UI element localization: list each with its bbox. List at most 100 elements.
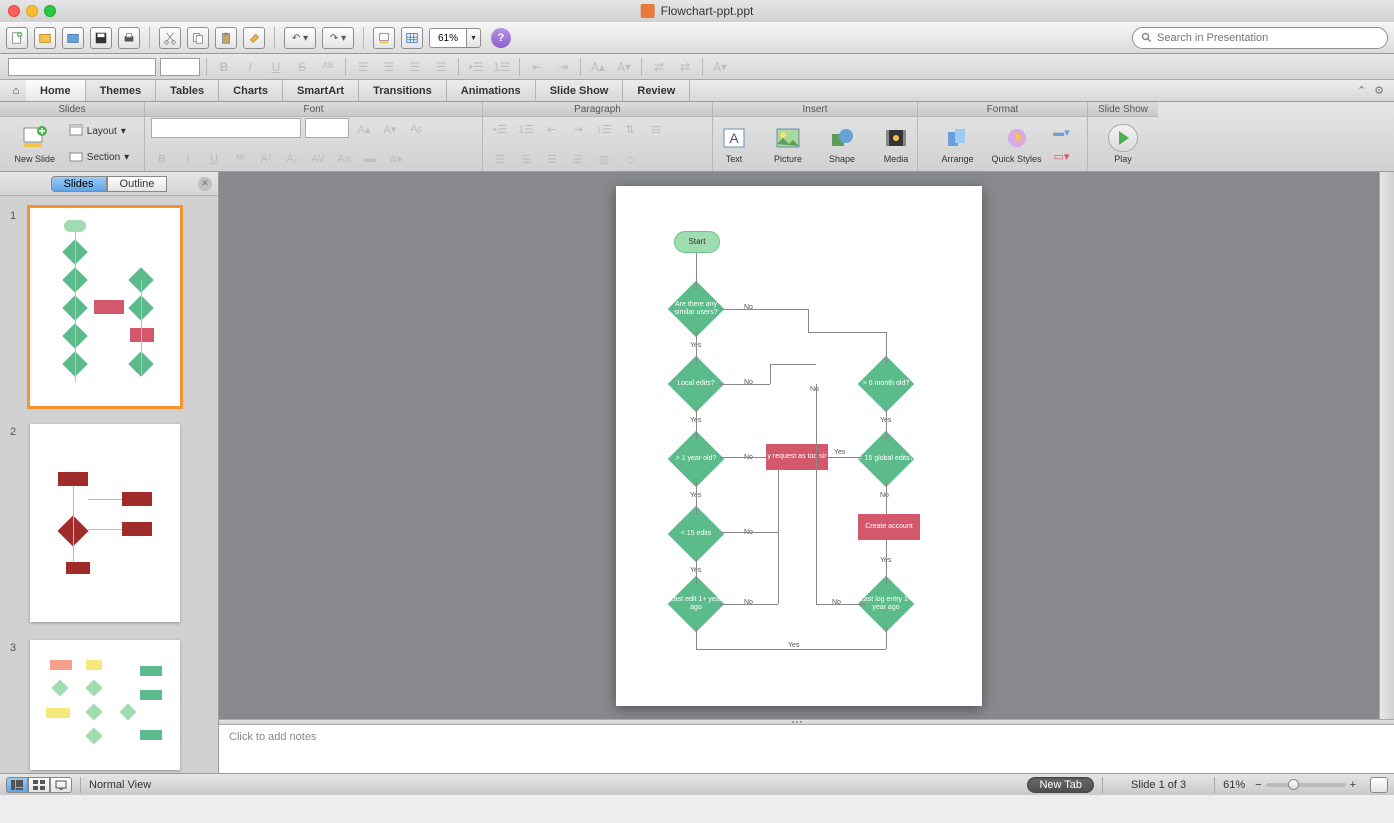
ribbon-align-left[interactable]: ☰ (489, 148, 511, 170)
zoom-slider[interactable]: − + (1255, 779, 1356, 791)
ribbon-align-center[interactable]: ☰ (515, 148, 537, 170)
slide-thumbnail-1[interactable] (30, 208, 180, 406)
ribbon-fontsize-combo[interactable] (305, 118, 349, 138)
tab-home[interactable]: Home (26, 80, 86, 101)
strikethrough-button[interactable]: S (291, 57, 313, 77)
zoom-out-icon[interactable]: − (1255, 779, 1261, 791)
convert-smartart-button[interactable]: ◇ (619, 148, 641, 170)
line-color-button[interactable]: ▭▾ (1051, 145, 1073, 167)
tab-smartart[interactable]: SmartArt (283, 80, 359, 101)
ribbon-font-combo[interactable] (151, 118, 301, 138)
bullets-button[interactable]: •☰ (465, 57, 487, 77)
insert-media-button[interactable]: Media (871, 118, 921, 170)
window-minimize-button[interactable] (26, 5, 38, 17)
slideshow-view-button[interactable] (50, 777, 72, 793)
clear-format-button[interactable]: ᴬᴮ (317, 57, 339, 77)
justify-button[interactable]: ☰ (430, 57, 452, 77)
change-case-button[interactable]: Aa (333, 148, 355, 170)
numbering-button[interactable]: 1☰ (491, 57, 513, 77)
quick-styles-button[interactable]: Quick Styles (987, 118, 1047, 170)
align-center-button[interactable]: ☰ (378, 57, 400, 77)
redo-button[interactable]: ↷ ▾ (322, 27, 354, 49)
bold-button[interactable]: B (213, 57, 235, 77)
fc-start[interactable]: Start (674, 231, 720, 253)
zoom-combo[interactable]: ▼ (429, 28, 481, 48)
undo-button[interactable]: ↶ ▾ (284, 27, 316, 49)
fill-color-button[interactable]: ▬▾ (1051, 121, 1073, 143)
increase-font-button[interactable]: A▴ (587, 57, 609, 77)
grow-font-button[interactable]: A▴ (353, 118, 375, 140)
ribbon-settings-icon[interactable]: ⚙ (1374, 84, 1384, 97)
increase-indent-button[interactable]: ⇥ (552, 57, 574, 77)
tab-review[interactable]: Review (623, 80, 690, 101)
sidebar-close-button[interactable]: ✕ (198, 177, 212, 191)
decrease-font-button[interactable]: A▾ (613, 57, 635, 77)
insert-text-button[interactable]: AText (709, 118, 759, 170)
font-name-combo[interactable] (8, 58, 156, 76)
char-spacing-button[interactable]: AV (307, 148, 329, 170)
line-spacing-button[interactable]: ↕☰ (593, 118, 615, 140)
underline-button[interactable]: U (265, 57, 287, 77)
text-direction-ribbon[interactable]: ⇅ (619, 118, 641, 140)
align-text-ribbon[interactable]: ⊟ (645, 118, 667, 140)
ribbon-dec-indent[interactable]: ⇤ (541, 118, 563, 140)
paste-button[interactable] (215, 27, 237, 49)
tab-animations[interactable]: Animations (447, 80, 536, 101)
cut-button[interactable] (159, 27, 181, 49)
tab-charts[interactable]: Charts (219, 80, 283, 101)
vertical-scrollbar[interactable] (1379, 172, 1394, 719)
home-icon[interactable]: ⌂ (6, 80, 26, 101)
fc-decision-15-edits[interactable]: < 15 edits (668, 506, 724, 562)
insert-picture-button[interactable]: Picture (763, 118, 813, 170)
collapse-ribbon-button[interactable]: ⌃ (1357, 84, 1366, 97)
columns-button[interactable]: ▥ (593, 148, 615, 170)
fc-decision-1-year[interactable]: > 1 year old? (668, 431, 724, 487)
fc-decision-6-month[interactable]: > 6 month old? (858, 356, 914, 412)
new-slide-toolbar-button[interactable] (373, 27, 395, 49)
fit-to-window-button[interactable] (1370, 777, 1388, 793)
decrease-indent-button[interactable]: ⇤ (526, 57, 548, 77)
ribbon-numbering[interactable]: 1☰ (515, 118, 537, 140)
align-left-button[interactable]: ☰ (352, 57, 374, 77)
print-button[interactable] (118, 27, 140, 49)
arrange-button[interactable]: Arrange (933, 118, 983, 170)
fc-decision-similar-users[interactable]: Are there any similar users? (668, 281, 724, 337)
new-doc-button[interactable] (6, 27, 28, 49)
ribbon-subscript[interactable]: A₂ (281, 148, 303, 170)
help-button[interactable]: ? (491, 28, 511, 48)
fc-process-create-account[interactable]: Create account (858, 514, 920, 540)
fc-decision-15-global[interactable]: > 15 global edits? (858, 431, 914, 487)
fc-process-too-similar[interactable]: y request as too sir (766, 444, 828, 470)
zoom-in-icon[interactable]: + (1350, 779, 1356, 791)
sidebar-tab-outline[interactable]: Outline (107, 176, 168, 192)
italic-button[interactable]: I (239, 57, 261, 77)
ribbon-italic[interactable]: I (177, 148, 199, 170)
ribbon-bold[interactable]: B (151, 148, 173, 170)
shrink-font-button[interactable]: A▾ (379, 118, 401, 140)
ribbon-underline[interactable]: U (203, 148, 225, 170)
play-button[interactable]: Play (1098, 118, 1148, 170)
font-color-ribbon-button[interactable]: A▾ (385, 148, 407, 170)
slide[interactable]: Start Are there any similar users? No Ye… (616, 186, 982, 706)
tab-themes[interactable]: Themes (86, 80, 157, 101)
new-slide-button[interactable]: New Slide (10, 118, 60, 170)
window-close-button[interactable] (8, 5, 20, 17)
fc-decision-local-edits[interactable]: Local edits? (668, 356, 724, 412)
open-button[interactable] (34, 27, 56, 49)
new-tab-pill[interactable]: New Tab (1027, 777, 1094, 793)
highlight-button[interactable]: ▬ (359, 148, 381, 170)
slide-thumbnail-3[interactable] (30, 640, 180, 770)
format-painter-button[interactable] (243, 27, 265, 49)
sidebar-tab-slides[interactable]: Slides (51, 176, 107, 192)
font-size-combo[interactable] (160, 58, 200, 76)
ribbon-justify[interactable]: ☰ (567, 148, 589, 170)
ribbon-strike[interactable]: ᴬᴮ (229, 148, 251, 170)
copy-button[interactable] (187, 27, 209, 49)
notes-pane[interactable]: Click to add notes (219, 725, 1394, 773)
font-color-button[interactable]: A▾ (709, 57, 731, 77)
tab-transitions[interactable]: Transitions (359, 80, 447, 101)
text-direction2-button[interactable]: ⇄ (674, 57, 696, 77)
insert-table-button[interactable] (401, 27, 423, 49)
search-input[interactable] (1157, 32, 1379, 44)
slide-viewport[interactable]: Start Are there any similar users? No Ye… (219, 172, 1379, 719)
